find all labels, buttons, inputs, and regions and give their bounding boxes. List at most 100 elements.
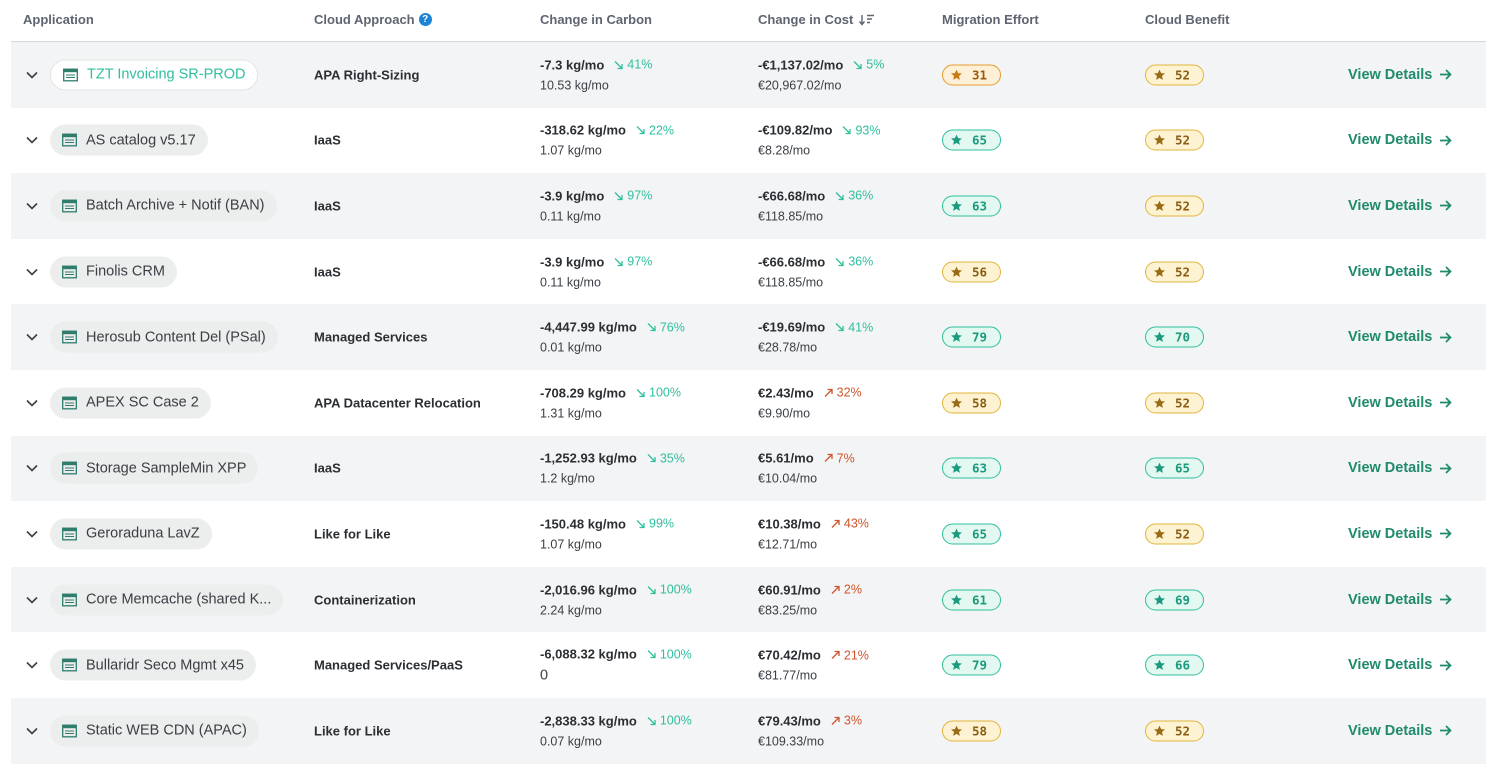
cost-change-percent: 93%	[842, 123, 880, 137]
cost-baseline: €81.77/mo	[758, 668, 818, 683]
arrow-right-icon	[1440, 135, 1453, 146]
view-details-link[interactable]: View Details	[1348, 198, 1453, 214]
application-chip[interactable]: Finolis CRM	[50, 256, 177, 288]
view-details-link[interactable]: View Details	[1348, 67, 1453, 83]
carbon-change-percent: 76%	[647, 320, 685, 334]
arrow-right-icon	[1440, 332, 1453, 343]
application-chip[interactable]: Geroraduna LavZ	[50, 518, 212, 550]
application-chip[interactable]: Herosub Content Del (PSal)	[50, 321, 278, 353]
application-chip[interactable]: Bullaridr Seco Mgmt x45	[50, 649, 256, 681]
cost-baseline: €83.25/mo	[758, 603, 818, 618]
column-header-cloud-benefit[interactable]: Cloud Benefit	[1145, 12, 1230, 27]
chevron-down-icon[interactable]	[25, 461, 39, 475]
carbon-change: -1,252.93 kg/mo 35% 1.2 kg/mo	[540, 451, 685, 486]
view-details-link[interactable]: View Details	[1348, 526, 1453, 542]
trend-arrow-icon	[831, 519, 840, 528]
carbon-change-percent: 99%	[636, 517, 674, 531]
application-name: Bullaridr Seco Mgmt x45	[86, 657, 244, 674]
carbon-change-value: -150.48 kg/mo	[540, 516, 626, 532]
application-chip[interactable]: AS catalog v5.17	[50, 124, 208, 156]
carbon-change: -2,838.33 kg/mo 100% 0.07 kg/mo	[540, 713, 692, 748]
carbon-baseline: 0	[540, 667, 549, 684]
migration-effort-badge: 31	[942, 64, 1001, 86]
application-chip[interactable]: Static WEB CDN (APAC)	[50, 715, 259, 747]
column-header-cloud-approach[interactable]: Cloud Approach ?	[314, 12, 432, 27]
cost-change-percent: 3%	[831, 714, 862, 728]
chevron-down-icon[interactable]	[25, 527, 39, 541]
star-icon	[1154, 266, 1165, 277]
trend-arrow-icon	[853, 60, 862, 69]
chevron-down-icon[interactable]	[25, 199, 39, 213]
trend-arrow-icon	[614, 192, 623, 201]
application-name: Geroraduna LavZ	[86, 525, 200, 542]
application-chip[interactable]: Storage SampleMin XPP	[50, 452, 259, 484]
cost-change: €5.61/mo 7% €10.04/mo	[758, 451, 855, 486]
migration-effort-badge: 56	[942, 261, 1001, 283]
chevron-down-icon[interactable]	[25, 330, 39, 344]
trend-arrow-icon	[835, 257, 844, 266]
table-row: APEX SC Case 2 APA Datacenter Relocation…	[11, 369, 1486, 436]
cost-change-value: -€109.82/mo	[758, 122, 833, 138]
chevron-down-icon[interactable]	[25, 396, 39, 410]
cost-change-percent: 32%	[824, 386, 862, 400]
application-chip[interactable]: APEX SC Case 2	[50, 387, 211, 419]
trend-arrow-icon	[647, 650, 656, 659]
application-name: Herosub Content Del (PSal)	[86, 329, 266, 346]
view-details-link[interactable]: View Details	[1348, 329, 1453, 345]
application-chip[interactable]: Batch Archive + Notif (BAN)	[50, 190, 277, 222]
cost-baseline: €28.78/mo	[758, 340, 818, 355]
table-row: Storage SampleMin XPP IaaS -1,252.93 kg/…	[11, 435, 1486, 502]
application-icon	[62, 396, 77, 410]
cloud-benefit-badge: 66	[1145, 654, 1204, 676]
chevron-down-icon[interactable]	[25, 68, 39, 82]
view-details-link[interactable]: View Details	[1348, 264, 1453, 280]
cost-baseline: €9.90/mo	[758, 406, 811, 421]
star-icon	[951, 462, 962, 474]
table-header: Application Cloud Approach ? Change in C…	[11, 0, 1486, 42]
application-icon	[62, 330, 77, 344]
carbon-change-percent: 100%	[636, 386, 681, 400]
view-details-link[interactable]: View Details	[1348, 460, 1453, 476]
view-details-link[interactable]: View Details	[1348, 723, 1453, 739]
view-details-link[interactable]: View Details	[1348, 132, 1453, 148]
table-row: Bullaridr Seco Mgmt x45 Managed Services…	[11, 632, 1486, 698]
application-chip[interactable]: TZT Invoicing SR-PROD	[50, 59, 259, 91]
star-icon	[1154, 594, 1165, 605]
cost-change-value: -€66.68/mo	[758, 188, 826, 204]
column-header-migration-effort[interactable]: Migration Effort	[942, 12, 1039, 27]
star-icon	[1154, 397, 1165, 408]
chevron-down-icon[interactable]	[25, 724, 39, 738]
column-header-application[interactable]: Application	[23, 12, 94, 27]
chevron-down-icon[interactable]	[25, 265, 39, 279]
help-icon[interactable]: ?	[418, 13, 432, 26]
view-details-link[interactable]: View Details	[1348, 592, 1453, 608]
carbon-change: -318.62 kg/mo 22% 1.07 kg/mo	[540, 123, 674, 158]
column-header-change-in-carbon[interactable]: Change in Carbon	[540, 12, 652, 27]
cost-baseline: €10.04/mo	[758, 471, 818, 486]
cost-baseline: €12.71/mo	[758, 537, 818, 552]
star-icon	[951, 397, 962, 408]
chevron-down-icon[interactable]	[25, 593, 39, 607]
carbon-change-value: -3.9 kg/mo	[540, 188, 605, 204]
cost-change-percent: 43%	[831, 517, 869, 531]
cloud-benefit-badge: 69	[1145, 589, 1204, 611]
cloud-benefit-badge: 52	[1145, 720, 1204, 742]
chevron-down-icon[interactable]	[25, 658, 39, 672]
column-header-change-in-cost[interactable]: Change in Cost	[758, 12, 875, 27]
chevron-down-icon[interactable]	[25, 133, 39, 147]
migration-effort-badge: 63	[942, 457, 1001, 479]
cloud-approach: APA Datacenter Relocation	[314, 395, 481, 411]
carbon-change-percent: 97%	[614, 189, 652, 203]
carbon-change-percent: 100%	[647, 714, 692, 728]
star-icon	[951, 659, 962, 670]
view-details-link[interactable]: View Details	[1348, 657, 1453, 673]
cloud-approach: Containerization	[314, 592, 416, 608]
migration-effort-badge: 65	[942, 129, 1001, 151]
carbon-change: -2,016.96 kg/mo 100% 2.24 kg/mo	[540, 582, 692, 617]
view-details-link[interactable]: View Details	[1348, 395, 1453, 411]
sort-descending-icon[interactable]	[859, 14, 875, 26]
cost-change-percent: 36%	[835, 189, 873, 203]
table-row: Batch Archive + Notif (BAN) IaaS -3.9 kg…	[11, 173, 1486, 239]
application-chip[interactable]: Core Memcache (shared K...	[50, 584, 284, 616]
application-icon	[62, 527, 77, 541]
